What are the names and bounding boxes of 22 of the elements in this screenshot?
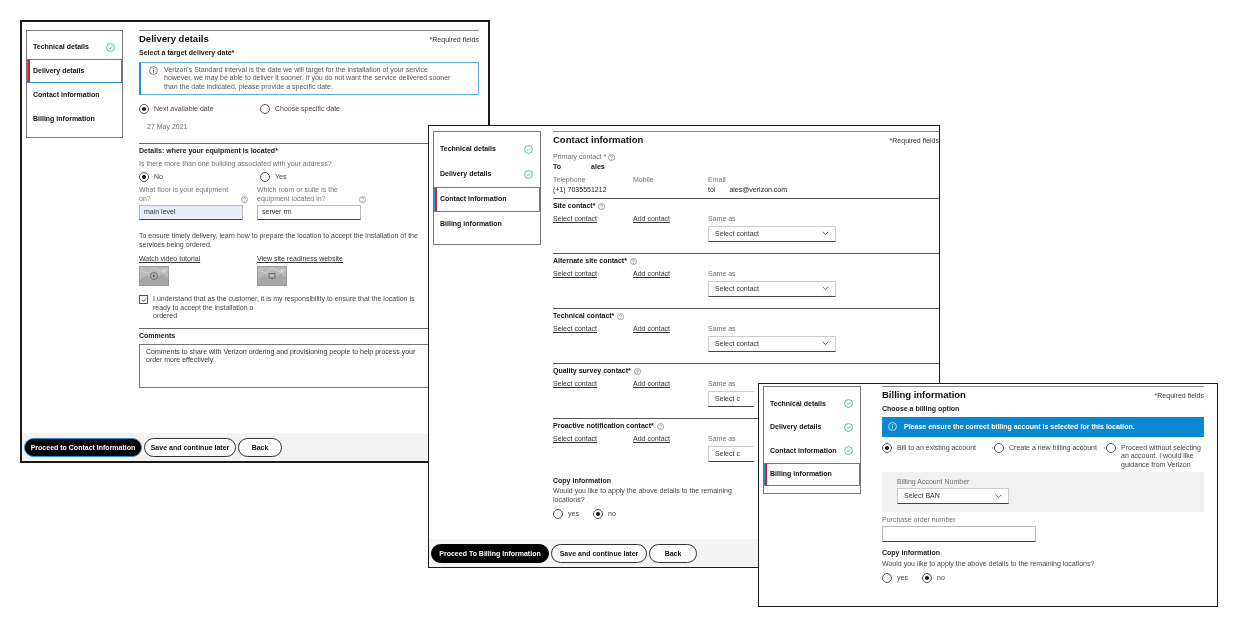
radio-button[interactable] <box>922 573 932 584</box>
radio-button[interactable] <box>994 442 1004 453</box>
chevron-icon <box>822 231 829 237</box>
chevron-icon <box>822 286 829 292</box>
chevron-icon <box>822 341 829 347</box>
radio-button[interactable] <box>260 172 270 183</box>
checkbox[interactable] <box>139 295 148 305</box>
input-field[interactable] <box>882 526 1036 543</box>
radio-button[interactable] <box>1106 442 1116 453</box>
page-title: Billing information <box>882 389 966 401</box>
radio-button[interactable] <box>593 509 603 520</box>
page-title: Contact information <box>553 134 644 146</box>
radio-button[interactable] <box>882 442 892 453</box>
radio-button[interactable] <box>260 103 270 114</box>
info-icon <box>888 422 897 432</box>
chevron-icon <box>995 493 1002 499</box>
radio-button[interactable] <box>882 573 892 584</box>
radio-button[interactable] <box>139 103 149 114</box>
page-title: Delivery details <box>139 33 209 45</box>
radio-button[interactable] <box>553 509 563 520</box>
radio-button[interactable] <box>139 172 149 183</box>
info-icon <box>149 65 158 75</box>
